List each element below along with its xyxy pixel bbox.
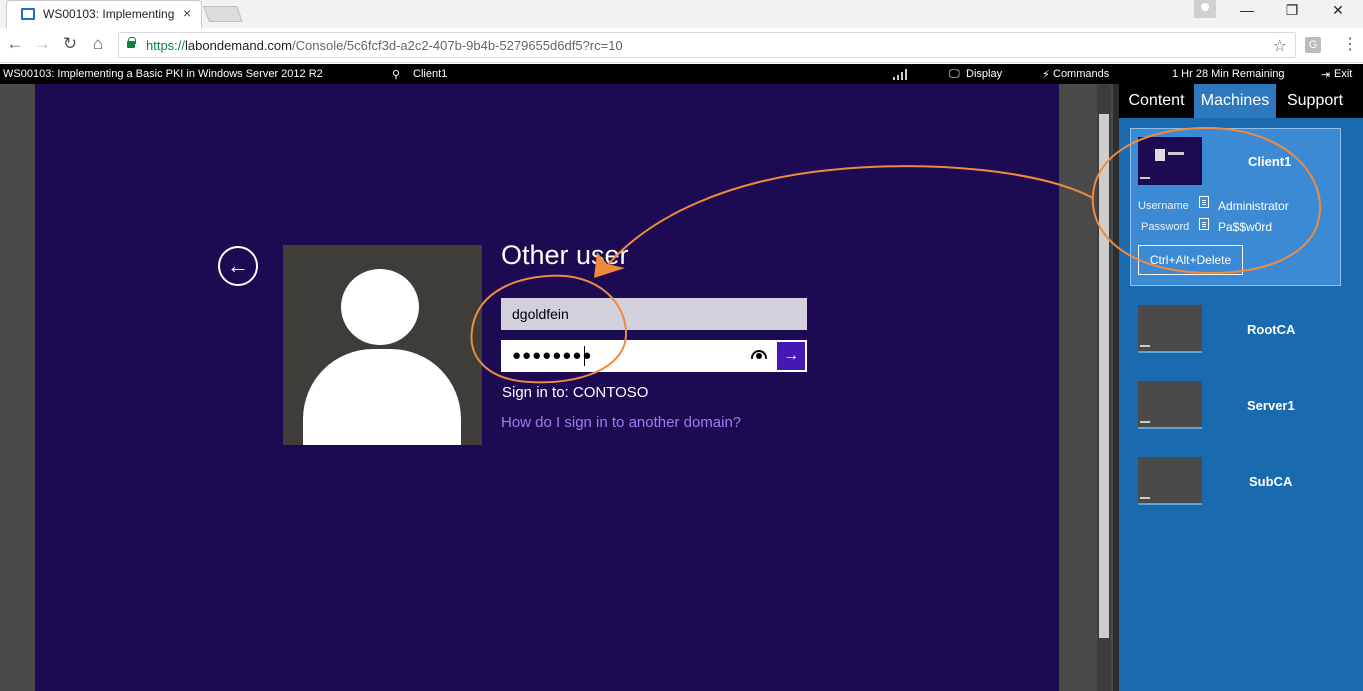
lab-toolbar: WS00103: Implementing a Basic PKI in Win… bbox=[0, 64, 1363, 84]
machine-name-subca[interactable]: SubCA bbox=[1249, 474, 1292, 489]
machine-name: Client1 bbox=[413, 68, 448, 80]
back-icon[interactable]: ← bbox=[5, 34, 25, 54]
minimize-icon[interactable]: — bbox=[1232, 2, 1262, 18]
text-caret bbox=[584, 346, 585, 366]
submit-arrow-button[interactable]: → bbox=[776, 341, 806, 371]
lab-favicon-icon bbox=[21, 8, 35, 20]
copy-username-icon[interactable] bbox=[1199, 196, 1209, 208]
server1-thumbnail[interactable] bbox=[1138, 381, 1202, 429]
tab-machines[interactable]: Machines bbox=[1194, 84, 1276, 118]
browser-tab[interactable]: WS00103: Implementing × bbox=[6, 0, 202, 28]
lock-icon bbox=[127, 37, 136, 48]
url-text: https://labondemand.com/Console/5c6fcf3d… bbox=[146, 38, 623, 53]
pin-icon[interactable]: ⚲ bbox=[392, 68, 400, 81]
profile-icon[interactable] bbox=[1194, 0, 1216, 18]
other-user-heading: Other user bbox=[501, 240, 629, 270]
new-tab-button[interactable] bbox=[203, 6, 243, 22]
vm-scrollbar-thumb[interactable] bbox=[1099, 114, 1109, 638]
tab-close-icon[interactable]: × bbox=[183, 5, 191, 21]
lab-title: WS00103: Implementing a Basic PKI in Win… bbox=[3, 68, 323, 80]
commands-icon[interactable]: ⚡ bbox=[1042, 68, 1050, 81]
machine-name-server1[interactable]: Server1 bbox=[1247, 398, 1295, 413]
avatar-body bbox=[303, 349, 461, 445]
extension-icon[interactable]: G bbox=[1305, 37, 1321, 53]
tab-support[interactable]: Support bbox=[1276, 84, 1354, 118]
exit-icon[interactable]: ⇥ bbox=[1321, 68, 1330, 81]
other-domain-link[interactable]: How do I sign in to another domain? bbox=[501, 414, 741, 431]
avatar-head bbox=[341, 269, 419, 345]
user-avatar bbox=[283, 245, 482, 445]
address-bar[interactable]: https://labondemand.com/Console/5c6fcf3d… bbox=[118, 32, 1296, 58]
machine-name-rootca[interactable]: RootCA bbox=[1247, 322, 1295, 337]
machine-name-client1[interactable]: Client1 bbox=[1248, 154, 1291, 169]
bookmark-star-icon[interactable]: ☆ bbox=[1273, 36, 1287, 56]
copy-password-icon[interactable] bbox=[1199, 218, 1209, 230]
home-icon[interactable]: ⌂ bbox=[88, 34, 108, 54]
exit-button[interactable]: Exit bbox=[1334, 68, 1352, 80]
subca-thumbnail[interactable] bbox=[1138, 457, 1202, 505]
display-icon[interactable]: 🖵 bbox=[949, 68, 960, 81]
username-field[interactable]: dgoldfein bbox=[501, 298, 807, 330]
url-path: /Console/5c6fcf3d-a2c2-407b-9b4b-5279655… bbox=[292, 38, 623, 53]
tab-strip: WS00103: Implementing × — ❐ ✕ bbox=[0, 0, 1363, 28]
commands-menu[interactable]: Commands bbox=[1053, 68, 1109, 80]
sign-in-domain: Sign in to: CONTOSO bbox=[502, 384, 649, 401]
time-remaining: 1 Hr 28 Min Remaining bbox=[1172, 68, 1285, 80]
client1-thumbnail[interactable] bbox=[1138, 137, 1202, 185]
window-close-icon[interactable]: ✕ bbox=[1323, 2, 1353, 19]
browser-menu-icon[interactable]: ⋮ bbox=[1342, 34, 1358, 54]
reveal-password-eye-icon[interactable] bbox=[751, 350, 767, 360]
rootca-thumbnail[interactable] bbox=[1138, 305, 1202, 353]
username-value[interactable]: Administrator bbox=[1218, 199, 1289, 213]
ctrl-alt-delete-button[interactable]: Ctrl+Alt+Delete bbox=[1138, 245, 1243, 275]
display-menu[interactable]: Display bbox=[966, 68, 1002, 80]
url-host: labondemand.com bbox=[185, 38, 292, 53]
url-scheme: https:// bbox=[146, 38, 186, 53]
tab-title: WS00103: Implementing bbox=[43, 7, 175, 21]
back-arrow-icon[interactable]: ← bbox=[218, 246, 258, 286]
password-value[interactable]: Pa$$w0rd bbox=[1218, 220, 1272, 234]
browser-toolbar: ← → ↻ ⌂ https://labondemand.com/Console/… bbox=[0, 28, 1363, 63]
reload-icon[interactable]: ↻ bbox=[60, 34, 80, 54]
password-label: Password bbox=[1141, 221, 1190, 233]
tab-content[interactable]: Content bbox=[1119, 84, 1194, 118]
username-label: Username bbox=[1138, 200, 1189, 212]
forward-icon[interactable]: → bbox=[32, 34, 52, 54]
signal-icon bbox=[893, 69, 909, 80]
maximize-icon[interactable]: ❐ bbox=[1277, 2, 1307, 19]
